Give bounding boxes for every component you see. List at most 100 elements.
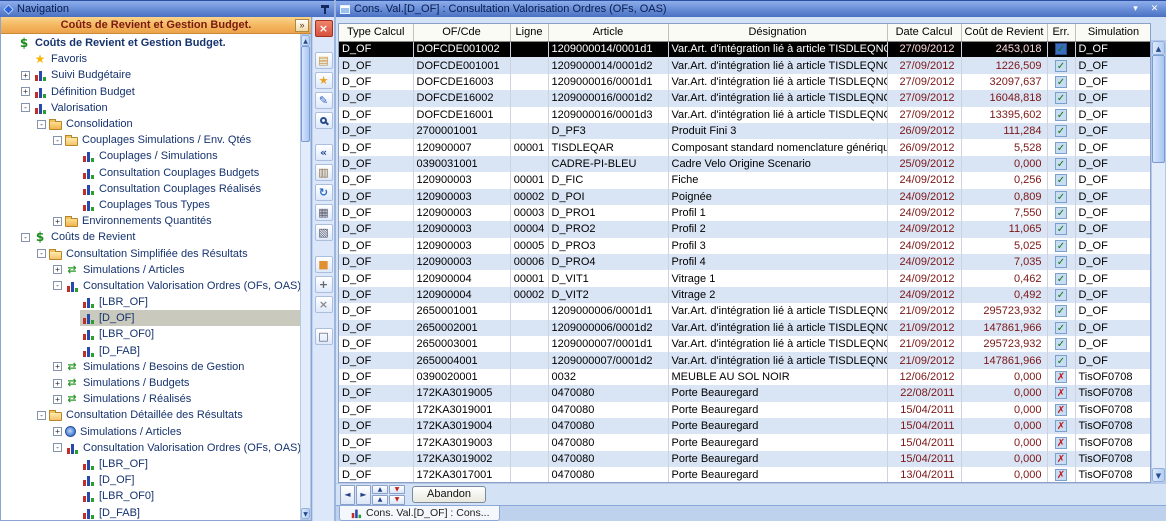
search-button[interactable] — [315, 112, 333, 129]
page-up-button[interactable]: ▲ — [372, 495, 388, 505]
tree-expander-icon[interactable]: + — [53, 379, 62, 388]
tab-cons-val[interactable]: Cons. Val.[D_OF] : Cons... — [339, 506, 500, 521]
column-header[interactable]: Simulation — [1075, 24, 1151, 41]
tree-expander-icon[interactable]: + — [53, 362, 62, 371]
column-header[interactable]: Err. — [1047, 24, 1075, 41]
tree-item[interactable]: +Simulations / Budgets — [1, 375, 300, 391]
table-row[interactable]: D_OF12090000300003D_PRO1Profil 124/09/20… — [339, 205, 1151, 221]
table-row[interactable]: D_OFDOFCDE160031209000016/0001d1Var.Art.… — [339, 74, 1151, 90]
tree-item[interactable]: -Consultation Valorisation Ordres (OFs, … — [1, 440, 300, 456]
table-row[interactable]: D_OF26500020011209000006/0001d2Var.Art. … — [339, 320, 1151, 336]
tree-item[interactable]: -Consolidation — [1, 116, 300, 132]
tree-item[interactable]: +Simulations / Articles — [1, 424, 300, 440]
tree-item[interactable]: -Couplages Simulations / Env. Qtés — [1, 132, 300, 148]
tree-item[interactable]: -Coûts de Revient — [1, 229, 300, 245]
edit-button[interactable]: ✎ — [315, 92, 333, 109]
table-row[interactable]: D_OF172KA30190030470080Porte Beauregard1… — [339, 434, 1151, 450]
tree-item[interactable]: [D_FAB] — [1, 504, 300, 520]
table-scrollbar[interactable]: ▲ ▼ — [1151, 40, 1166, 483]
tree-item[interactable]: Favoris — [1, 51, 300, 67]
column-header[interactable]: Désignation — [668, 24, 887, 41]
scroll-up-icon[interactable]: ▲ — [1152, 41, 1165, 55]
table-row[interactable]: D_OF26500030011209000007/0001d1Var.Art. … — [339, 336, 1151, 352]
table-row[interactable]: D_OF172KA30190040470080Porte Beauregard1… — [339, 418, 1151, 434]
first-record-button[interactable]: ◄ — [340, 485, 355, 505]
table-row[interactable]: D_OF26500010011209000006/0001d1Var.Art. … — [339, 303, 1151, 319]
tree-item[interactable]: +Simulations / Articles — [1, 262, 300, 278]
column-header[interactable]: Article — [548, 24, 668, 41]
column-header[interactable]: OF/Cde — [413, 24, 510, 41]
table-row[interactable]: D_OF172KA30190020470080Porte Beauregard1… — [339, 451, 1151, 467]
table-row[interactable]: D_OF12090000300001D_FICFiche24/09/20120,… — [339, 172, 1151, 188]
row-down-button[interactable]: ▼ — [389, 485, 405, 495]
table-row[interactable]: D_OF12090000700001TISDLEQARComposant sta… — [339, 139, 1151, 155]
close-panel-button[interactable]: × — [315, 20, 333, 37]
table-row[interactable]: D_OFDOFCDE160011209000016/0001d3Var.Art.… — [339, 107, 1151, 123]
settings-button[interactable]: + — [315, 276, 333, 293]
tree-item[interactable]: [LBR_OF] — [1, 294, 300, 310]
table-row[interactable]: D_OFDOFCDE160021209000016/0001d2Var.Art.… — [339, 90, 1151, 106]
collapse-button[interactable]: « — [315, 144, 333, 161]
tree-item[interactable]: [D_OF] — [1, 310, 300, 326]
table-row[interactable]: D_OF12090000300006D_PRO4Profil 424/09/20… — [339, 254, 1151, 270]
favorite-button[interactable]: ★ — [315, 72, 333, 89]
tree-item[interactable]: +Simulations / Besoins de Gestion — [1, 359, 300, 375]
row-up-button[interactable]: ▲ — [372, 485, 388, 495]
tree-item[interactable]: Couplages / Simulations — [1, 148, 300, 164]
tree-expander-icon[interactable]: + — [53, 427, 62, 436]
tree-item[interactable]: -Consultation Détaillée des Résultats — [1, 407, 300, 423]
print-button[interactable]: ▦ — [315, 204, 333, 221]
tree-expander-icon[interactable]: - — [37, 411, 46, 420]
tree-item[interactable]: [LBR_OF0] — [1, 326, 300, 342]
tree-item[interactable]: [D_FAB] — [1, 343, 300, 359]
tree-item[interactable]: [LBR_OF0] — [1, 488, 300, 504]
catalog-button[interactable]: ▥ — [315, 164, 333, 181]
table-row[interactable]: D_OF03900200010032MEUBLE AU SOL NOIR12/0… — [339, 369, 1151, 385]
tree-item[interactable]: [D_OF] — [1, 472, 300, 488]
table-scroll-thumb[interactable] — [1152, 55, 1165, 163]
tree-item[interactable]: Consultation Couplages Budgets — [1, 165, 300, 181]
column-header[interactable]: Date Calcul — [887, 24, 961, 41]
document-button[interactable]: □ — [315, 328, 333, 345]
tree-expander-icon[interactable]: - — [21, 233, 30, 242]
tree-item[interactable]: +Définition Budget — [1, 84, 300, 100]
scroll-up-icon[interactable]: ▲ — [301, 35, 310, 46]
table-row[interactable]: D_OF12090000300002D_POIPoignée24/09/2012… — [339, 189, 1151, 205]
table-row[interactable]: D_OF12090000300004D_PRO2Profil 224/09/20… — [339, 221, 1151, 237]
tree-item[interactable]: +Suivi Budgétaire — [1, 67, 300, 83]
tree-expander-icon[interactable]: + — [21, 87, 30, 96]
expand-header-button[interactable]: » — [295, 19, 309, 32]
tree-expander-icon[interactable]: + — [53, 395, 62, 404]
chevron-down-icon[interactable] — [1128, 3, 1143, 16]
table-scroll-track[interactable] — [1152, 55, 1165, 468]
column-header[interactable]: Coût de Revient — [961, 24, 1047, 41]
column-header[interactable]: Ligne — [510, 24, 548, 41]
table-row[interactable]: D_OF172KA30190010470080Porte Beauregard1… — [339, 402, 1151, 418]
tree-expander-icon[interactable]: - — [53, 443, 62, 452]
bookmark-button[interactable]: ▤ — [315, 52, 333, 69]
column-header[interactable]: Type Calcul — [339, 24, 413, 41]
close-gray-button[interactable]: × — [315, 296, 333, 313]
abandon-button[interactable]: Abandon — [412, 486, 486, 503]
pin-icon[interactable] — [320, 3, 330, 15]
tree-item[interactable]: -Consultation Simplifiée des Résultats — [1, 245, 300, 261]
table-row[interactable]: D_OF12090000400002D_VIT2Vitrage 224/09/2… — [339, 287, 1151, 303]
table-row[interactable]: D_OF172KA30170010470080Porte Beauregard1… — [339, 467, 1151, 483]
tree-scroll-track[interactable] — [301, 46, 310, 508]
scroll-down-icon[interactable]: ▼ — [301, 508, 310, 519]
refresh-button[interactable]: ↻ — [315, 184, 333, 201]
table-row[interactable]: D_OF26500040011209000007/0001d2Var.Art. … — [339, 352, 1151, 368]
tree-item[interactable]: Coûts de Revient et Gestion Budget. — [1, 35, 300, 51]
table-row[interactable]: D_OF172KA30190050470080Porte Beauregard2… — [339, 385, 1151, 401]
table-row[interactable]: D_OF2700001001D_PF3Produit Fini 326/09/2… — [339, 123, 1151, 139]
tree-item[interactable]: Consultation Couplages Réalisés — [1, 181, 300, 197]
tree-scroll-thumb[interactable] — [301, 46, 310, 142]
tree-expander-icon[interactable]: - — [21, 103, 30, 112]
lock-button[interactable]: ■ — [315, 256, 333, 273]
tree-expander-icon[interactable]: - — [53, 281, 62, 290]
tree-item[interactable]: -Valorisation — [1, 100, 300, 116]
tree-expander-icon[interactable]: - — [37, 120, 46, 129]
scroll-down-icon[interactable]: ▼ — [1152, 468, 1165, 482]
tree-expander-icon[interactable]: - — [37, 249, 46, 258]
table-row[interactable]: D_OF0390031001CADRE-PI-BLEUCadre Velo Or… — [339, 156, 1151, 172]
